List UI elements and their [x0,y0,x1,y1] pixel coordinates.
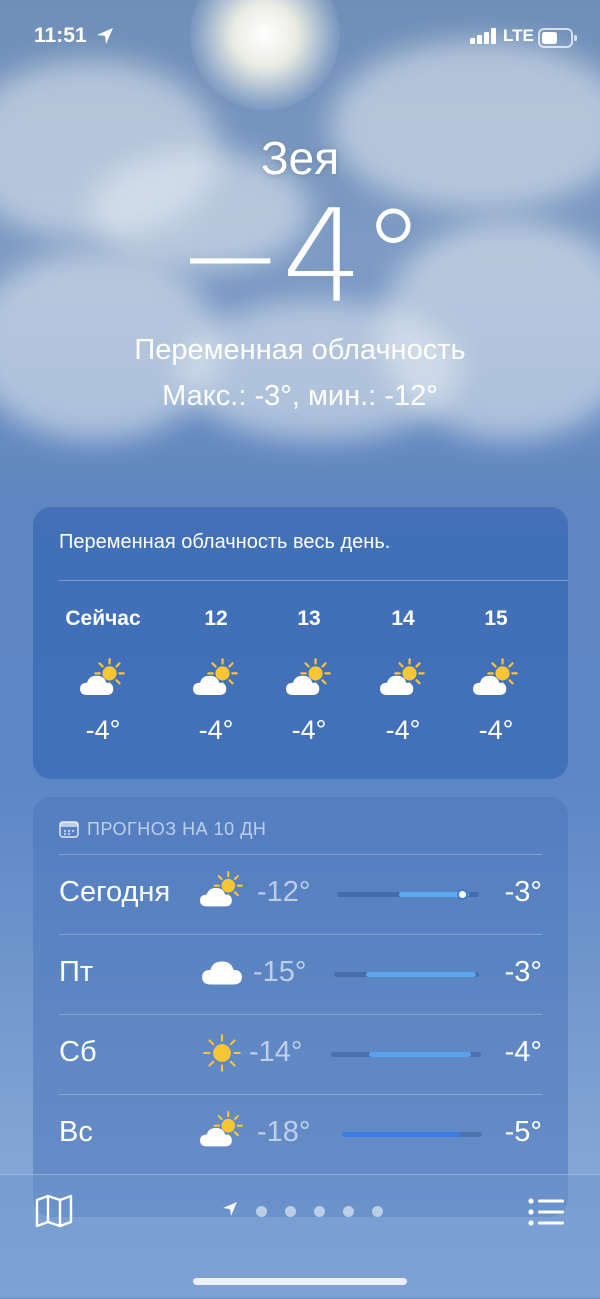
hourly-temperature: -4° [291,715,327,745]
page-indicator[interactable] [222,1201,383,1222]
hourly-time: Сейчас [65,607,141,630]
hourly-temperature: -4° [478,715,514,745]
daily-high: -4° [504,1036,542,1068]
high-low-temperature: Макс.: -3°, мин.: -12° [162,380,438,412]
partly-cloudy-icon [199,1110,245,1161]
location-arrow-icon [96,27,114,50]
city-name: Зея [260,132,340,184]
partly-cloudy-icon [446,657,546,697]
hourly-item: 15 -4° [446,607,546,746]
temperature-range-bar [342,1132,482,1137]
partly-cloudy-icon [199,870,245,921]
temperature-range-bar [331,1052,481,1057]
hourly-forecast-card[interactable]: Переменная облачность весь день. Сейчас … [33,507,568,779]
divider [59,580,568,581]
network-type: LTE [503,26,534,45]
daily-high: -5° [504,1116,542,1148]
cloud-icon [199,950,245,1001]
bottom-toolbar [0,1174,600,1299]
daily-day: Вс [59,1116,93,1148]
calendar-icon [59,820,79,843]
map-icon[interactable] [35,1194,73,1233]
battery-icon [538,28,578,53]
signal-bars-icon [470,28,498,49]
partly-cloudy-icon [259,657,359,697]
partly-cloudy-icon [53,657,153,697]
partly-cloudy-icon [353,657,453,697]
hourly-item: 13 -4° [259,607,359,746]
ten-day-header: ПРОГНОЗ НА 10 ДН [59,819,266,843]
list-icon[interactable] [527,1197,565,1232]
status-bar: 11:51 LTE [0,0,600,76]
daily-low: -15° [253,956,307,988]
daily-row[interactable]: Вс -18° -5° [59,1094,542,1174]
current-temp-dot [458,891,466,898]
page-dot[interactable] [343,1205,354,1217]
ten-day-title: ПРОГНОЗ НА 10 ДН [87,819,267,839]
daily-day: Сб [59,1036,97,1068]
hourly-item: 14 -4° [353,607,453,746]
hourly-time: 15 [484,607,508,630]
location-arrow-icon [222,1201,238,1222]
home-indicator[interactable] [193,1278,407,1285]
hourly-time: 13 [297,607,321,630]
page-dot[interactable] [372,1205,383,1217]
temperature-range-fill [368,1052,471,1057]
sun-icon [199,1030,245,1081]
daily-low: -14° [249,1036,303,1068]
hourly-temperature: -4° [385,715,421,745]
temperature-range-fill [342,1132,461,1137]
status-time: 11:51 [34,24,87,47]
daily-low: -18° [257,1116,311,1148]
daily-low: -12° [257,876,311,908]
hourly-summary: Переменная облачность весь день. [59,531,391,553]
daily-high: -3° [504,876,542,908]
hourly-temperature: -4° [198,715,234,745]
hourly-item: Сейчас -4° [53,607,153,746]
current-temperature: −4° [176,183,426,332]
hourly-temperature: -4° [85,715,121,745]
daily-row[interactable]: Пт -15° -3° [59,934,542,1014]
temperature-range-fill [365,972,477,977]
page-dot[interactable] [285,1205,296,1217]
hourly-time: 12 [204,607,228,630]
partly-cloudy-icon [166,657,266,697]
daily-high: -3° [504,956,542,988]
daily-day: Пт [59,956,94,988]
temperature-range-bar [337,891,479,898]
daily-row[interactable]: Сб -14° -4° [59,1014,542,1094]
temperature-range-bar [334,972,479,977]
current-weather: Зея −4° Переменная облачность Макс.: -3°… [0,130,600,414]
current-condition: Переменная облачность [134,334,466,366]
page-dot[interactable] [256,1205,267,1217]
page-dot[interactable] [314,1205,325,1217]
daily-row[interactable]: Сегодня -12° -3° [59,854,542,934]
ten-day-forecast-card[interactable]: ПРОГНОЗ НА 10 ДН Сегодня -12° -3° Пт -15°… [33,797,568,1217]
hourly-item: 12 -4° [166,607,266,746]
hourly-time: 14 [391,607,415,630]
daily-day: Сегодня [59,876,171,908]
